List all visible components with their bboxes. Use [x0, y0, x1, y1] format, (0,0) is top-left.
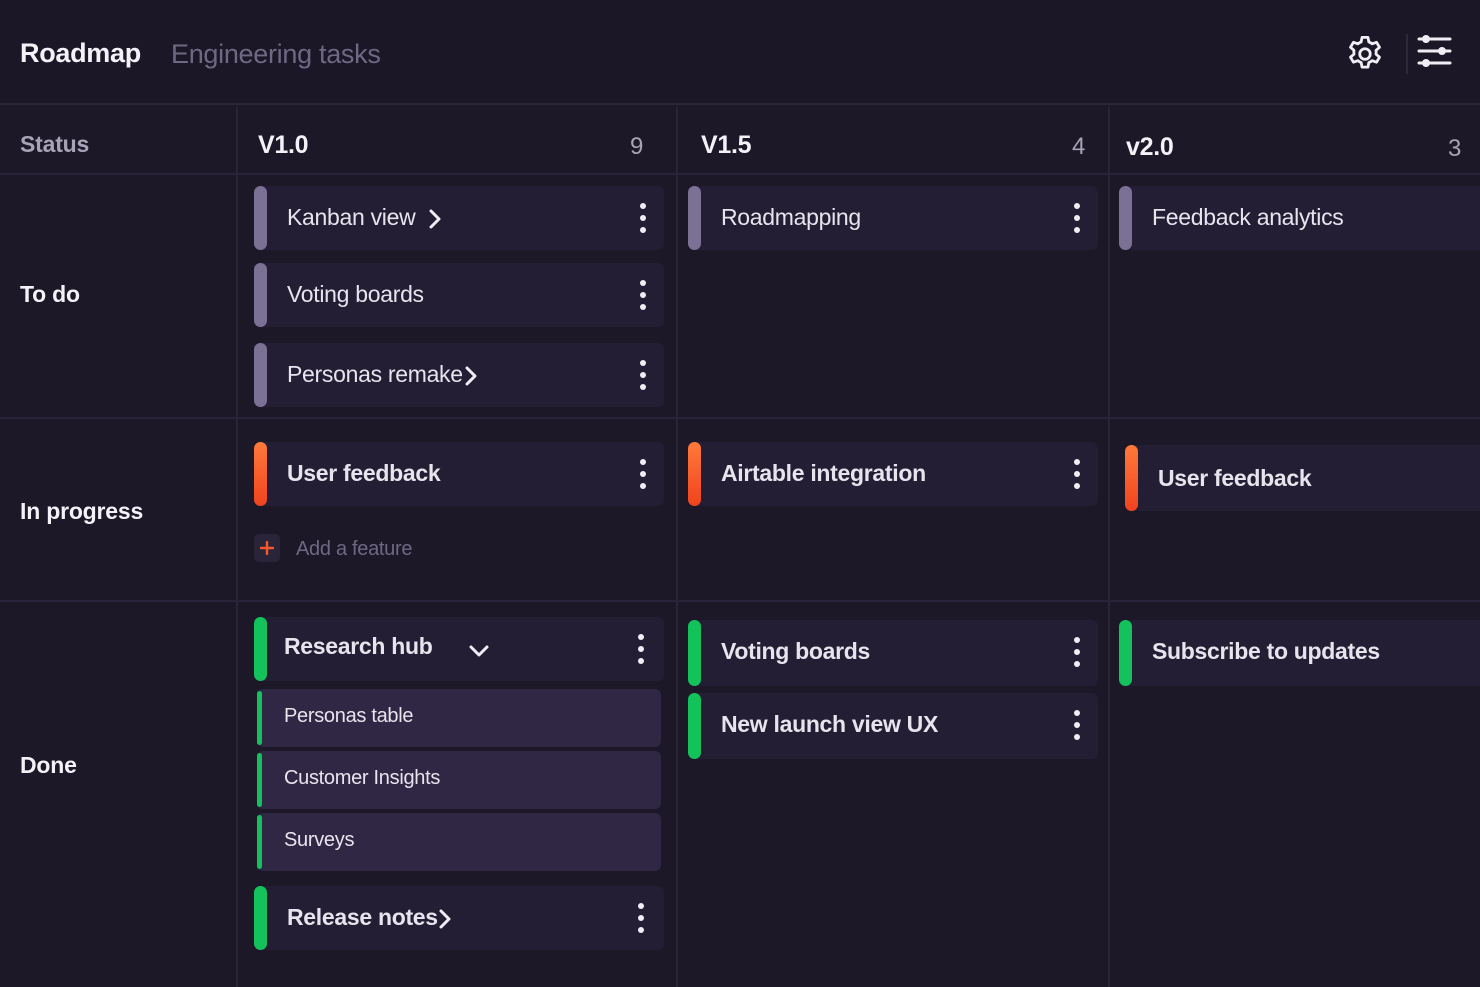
- more-options-icon[interactable]: [636, 633, 646, 665]
- status-color-bar: [1125, 445, 1138, 511]
- feature-card[interactable]: Release notes: [254, 886, 664, 950]
- grid-divider: [0, 600, 1480, 602]
- status-color-bar: [257, 691, 262, 745]
- feature-card[interactable]: Voting boards: [254, 263, 664, 327]
- more-options-icon[interactable]: [638, 458, 648, 490]
- sub-feature-item[interactable]: Customer Insights: [257, 751, 661, 809]
- feature-title: Voting boards: [287, 281, 424, 307]
- filter-sliders-icon: [1417, 35, 1452, 67]
- feature-card[interactable]: Roadmapping: [688, 186, 1098, 250]
- filter-button[interactable]: [1416, 33, 1454, 71]
- feature-card[interactable]: Feedback analytics: [1119, 186, 1480, 250]
- more-options-icon[interactable]: [1072, 636, 1082, 668]
- settings-button[interactable]: [1344, 33, 1386, 75]
- grid-divider: [236, 107, 238, 987]
- plus-icon: [260, 541, 274, 555]
- grid-divider: [0, 173, 1480, 175]
- status-color-bar: [1119, 186, 1132, 250]
- status-column-header: Status: [20, 131, 90, 157]
- top-bar: Roadmap Engineering tasks: [0, 0, 1480, 105]
- add-feature-button[interactable]: Add a feature: [254, 532, 434, 568]
- column-header-v2-0[interactable]: v2.0: [1126, 133, 1174, 162]
- status-color-bar: [688, 442, 701, 506]
- sub-feature-item[interactable]: Surveys: [257, 813, 661, 871]
- feature-title: Release notes: [287, 904, 438, 930]
- more-options-icon[interactable]: [1072, 458, 1082, 490]
- feature-title: Voting boards: [721, 638, 871, 664]
- status-color-bar: [254, 263, 267, 327]
- feature-title: Subscribe to updates: [1152, 638, 1380, 664]
- more-options-icon[interactable]: [636, 902, 646, 934]
- chevron-right-icon[interactable]: [428, 208, 442, 230]
- column-header-v1-0[interactable]: V1.0: [258, 131, 309, 160]
- feature-title: Research hub: [284, 633, 433, 659]
- feature-card[interactable]: Airtable integration: [688, 442, 1098, 506]
- status-color-bar: [1119, 620, 1132, 686]
- feature-card[interactable]: User feedback: [254, 442, 664, 506]
- sub-feature-title: Customer Insights: [284, 767, 441, 789]
- feature-card[interactable]: New launch view UX: [688, 693, 1098, 759]
- page-subtitle-tab[interactable]: Engineering tasks: [171, 39, 381, 70]
- more-options-icon[interactable]: [638, 279, 648, 311]
- feature-card[interactable]: Voting boards: [688, 620, 1098, 686]
- feature-title: Feedback analytics: [1152, 204, 1344, 230]
- row-label-to-do: To do: [20, 281, 80, 307]
- status-color-bar: [254, 617, 267, 681]
- feature-card[interactable]: User feedback: [1125, 445, 1480, 511]
- more-options-icon[interactable]: [638, 202, 648, 234]
- chevron-right-icon[interactable]: [464, 365, 478, 387]
- status-color-bar: [257, 753, 262, 807]
- grid-divider: [676, 107, 678, 987]
- status-color-bar: [688, 186, 701, 250]
- column-count: 9: [630, 133, 644, 160]
- feature-title: User feedback: [287, 460, 441, 486]
- sub-feature-title: Personas table: [284, 705, 414, 727]
- add-feature-label: Add a feature: [296, 538, 413, 560]
- more-options-icon[interactable]: [638, 359, 648, 391]
- feature-title: User feedback: [1158, 465, 1312, 491]
- status-color-bar: [254, 886, 267, 950]
- feature-title: New launch view UX: [721, 711, 938, 737]
- toolbar-divider: [1406, 34, 1408, 74]
- status-color-bar: [688, 620, 701, 686]
- chevron-down-icon[interactable]: [468, 643, 490, 659]
- page-title[interactable]: Roadmap: [20, 38, 141, 69]
- more-options-icon[interactable]: [1072, 202, 1082, 234]
- sub-feature-item[interactable]: Personas table: [257, 689, 661, 747]
- feature-card[interactable]: Kanban view: [254, 186, 664, 250]
- grid-divider: [1108, 107, 1110, 987]
- feature-title: Kanban view: [287, 204, 416, 230]
- add-icon-box: [254, 534, 280, 562]
- feature-title: Airtable integration: [721, 460, 926, 486]
- more-options-icon[interactable]: [1072, 709, 1082, 741]
- feature-card[interactable]: Subscribe to updates: [1119, 620, 1480, 686]
- feature-card-expanded[interactable]: Research hub: [254, 617, 664, 681]
- status-color-bar: [254, 186, 267, 250]
- column-count: 4: [1072, 133, 1086, 160]
- feature-title: Personas remake: [287, 361, 463, 387]
- chevron-right-icon[interactable]: [438, 908, 452, 930]
- row-label-in-progress: In progress: [20, 498, 144, 524]
- sub-feature-title: Surveys: [284, 829, 355, 851]
- row-label-done: Done: [20, 752, 77, 778]
- status-color-bar: [688, 693, 701, 759]
- feature-card[interactable]: Personas remake: [254, 343, 664, 407]
- status-color-bar: [254, 442, 267, 506]
- column-count: 3: [1448, 135, 1462, 162]
- column-header-v1-5[interactable]: V1.5: [701, 131, 752, 160]
- status-color-bar: [254, 343, 267, 407]
- grid-divider: [0, 417, 1480, 419]
- gear-icon: [1349, 35, 1381, 69]
- feature-title: Roadmapping: [721, 204, 861, 230]
- status-color-bar: [257, 815, 262, 869]
